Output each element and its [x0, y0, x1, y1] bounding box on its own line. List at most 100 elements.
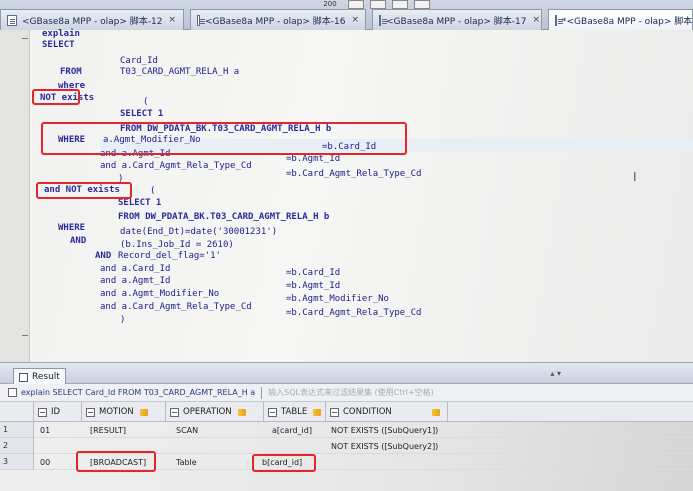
- close-icon[interactable]: ×: [351, 15, 359, 25]
- close-icon[interactable]: ×: [532, 15, 540, 25]
- cell-condition[interactable]: NOT EXISTS ([SubQuery1]): [331, 422, 438, 438]
- column-label: ID: [51, 407, 61, 417]
- tab-script-active[interactable]: *<GBase8a MPP - olap> 脚本: [548, 9, 693, 31]
- filter-input[interactable]: 输入SQL表达式来过滤结果集 (使用Ctrl+空格): [268, 387, 434, 398]
- code-line: and a.Agmt_Modifier_No: [100, 289, 220, 299]
- grid-header: ID MOTION OPERATION TABLE CONDITION: [0, 402, 693, 422]
- cell-operation[interactable]: SCAN: [176, 422, 198, 438]
- cell-id[interactable]: 00: [40, 454, 50, 470]
- code-line: date(End_Dt)=date('30001231'): [120, 227, 278, 237]
- column-header-motion[interactable]: MOTION: [82, 402, 166, 422]
- script-icon: [379, 14, 387, 26]
- code-line: Record_del_flag='1': [118, 251, 221, 261]
- script-icon: [7, 14, 17, 26]
- code-line: =b.Card_Agmt_Rela_Type_Cd: [286, 169, 422, 179]
- tab-label: <GBase8a MPP - olap> 脚本-16: [204, 16, 346, 27]
- editor-gutter: [0, 30, 30, 362]
- toolbar-button-1[interactable]: [348, 0, 364, 9]
- code-line: T03_CARD_AGMT_RELA_H a: [120, 67, 240, 77]
- script-icon: [197, 14, 205, 26]
- column-label: TABLE: [281, 407, 308, 417]
- tab-script-17[interactable]: <GBase8a MPP - olap> 脚本-17 ×: [372, 9, 542, 30]
- sort-icon[interactable]: [431, 408, 440, 416]
- code-line: ): [120, 315, 126, 325]
- column-label: OPERATION: [183, 407, 232, 417]
- highlight-broadcast: [76, 451, 156, 472]
- code-line: and a.Card_Agmt_Rela_Type_Cd: [100, 302, 252, 312]
- cell-condition[interactable]: NOT EXISTS ([SubQuery2]): [331, 438, 438, 454]
- grid-icon: [19, 372, 28, 382]
- code-line: SELECT 1: [118, 198, 162, 208]
- result-grid: ID MOTION OPERATION TABLE CONDITION 1 01…: [0, 402, 693, 491]
- row-number: 3: [0, 454, 34, 470]
- code-line: (: [143, 97, 149, 107]
- code-line: =b.Agmt_Modifier_No: [286, 294, 389, 304]
- column-icon: [86, 407, 95, 417]
- code-line: FROM: [60, 67, 82, 77]
- highlight-table-b: [252, 454, 316, 472]
- code-line: =b.Card_Id: [286, 268, 341, 278]
- column-icon: [38, 407, 47, 417]
- toolbar-button-4[interactable]: [414, 0, 430, 9]
- code-line: SELECT 1: [120, 109, 164, 119]
- row-number: 2: [0, 438, 34, 454]
- panel-controls-icon[interactable]: ▴ ▾: [550, 369, 561, 378]
- column-icon: [268, 407, 277, 417]
- sort-icon[interactable]: [313, 408, 322, 416]
- code-line: and a.Card_Agmt_Rela_Type_Cd: [100, 161, 252, 171]
- column-header-id[interactable]: ID: [34, 402, 82, 422]
- result-panel-header: Result ▴ ▾: [0, 362, 693, 385]
- sql-icon: [8, 388, 17, 397]
- result-sql-bar: explain SELECT Card_Id FROM T03_CARD_AGM…: [0, 384, 693, 402]
- close-icon[interactable]: ×: [168, 15, 176, 25]
- highlight-not-exists: [32, 89, 80, 105]
- script-icon: [555, 15, 563, 26]
- code-line: explain: [42, 29, 80, 39]
- toolbar-button-2[interactable]: [370, 0, 386, 9]
- column-header-condition[interactable]: CONDITION: [326, 402, 448, 422]
- cell-id[interactable]: 01: [40, 422, 50, 438]
- column-header-operation[interactable]: OPERATION: [166, 402, 264, 422]
- column-icon: [170, 407, 179, 417]
- code-line: =b.Agmt_Id: [286, 281, 341, 291]
- cell-table[interactable]: a[card_id]: [272, 422, 312, 438]
- code-line: (: [150, 186, 156, 196]
- code-line: FROM DW_PDATA_BK.T03_CARD_AGMT_RELA_H b: [118, 212, 330, 222]
- column-label: MOTION: [99, 407, 134, 417]
- cell-motion[interactable]: [RESULT]: [90, 422, 126, 438]
- column-header-table[interactable]: TABLE: [264, 402, 326, 422]
- highlight-where-condition: [41, 122, 407, 155]
- code-line: and a.Agmt_Id: [100, 276, 171, 286]
- code-line: =b.Card_Agmt_Rela_Type_Cd: [286, 308, 422, 318]
- executed-sql: explain SELECT Card_Id FROM T03_CARD_AGM…: [21, 388, 256, 397]
- highlight-and-not-exists: [36, 182, 132, 199]
- code-line: AND: [70, 236, 87, 246]
- toolbar-button-3[interactable]: [392, 0, 408, 9]
- cell-operation[interactable]: Table: [176, 454, 197, 470]
- code-line: =b.Agmt_Id: [286, 154, 341, 164]
- code-line: (b.Ins_Job_Id = 2610): [120, 240, 234, 250]
- tab-label: <GBase8a MPP - olap> 脚本-17: [386, 16, 527, 27]
- result-tab-label: Result: [32, 372, 60, 382]
- code-line: Card_Id: [120, 56, 158, 66]
- fold-marker: [22, 335, 28, 336]
- code-line: SELECT: [42, 40, 75, 50]
- column-label: CONDITION: [343, 407, 392, 417]
- editor-tab-bar: 200 <GBase8a MPP - olap> 脚本-12 × <GBase8…: [0, 0, 693, 31]
- sort-icon[interactable]: [237, 408, 246, 416]
- tab-script-16[interactable]: <GBase8a MPP - olap> 脚本-16 ×: [190, 9, 366, 30]
- tab-result[interactable]: Result: [13, 368, 66, 385]
- text-cursor-icon: I: [633, 170, 637, 184]
- fold-marker: [22, 38, 28, 39]
- row-number-header: [0, 402, 34, 422]
- code-line: AND: [95, 251, 112, 261]
- row-number: 1: [0, 422, 34, 438]
- code-line: WHERE: [58, 223, 86, 233]
- tab-label: <GBase8a MPP - olap> 脚本-12: [22, 16, 163, 27]
- tab-label: *<GBase8a MPP - olap> 脚本: [562, 17, 693, 27]
- tab-script-12[interactable]: <GBase8a MPP - olap> 脚本-12 ×: [0, 9, 184, 30]
- sql-editor[interactable]: explain SELECT Card_Id FROM T03_CARD_AGM…: [0, 29, 693, 362]
- divider: [261, 386, 263, 399]
- column-icon: [330, 407, 339, 417]
- sort-icon[interactable]: [139, 408, 148, 416]
